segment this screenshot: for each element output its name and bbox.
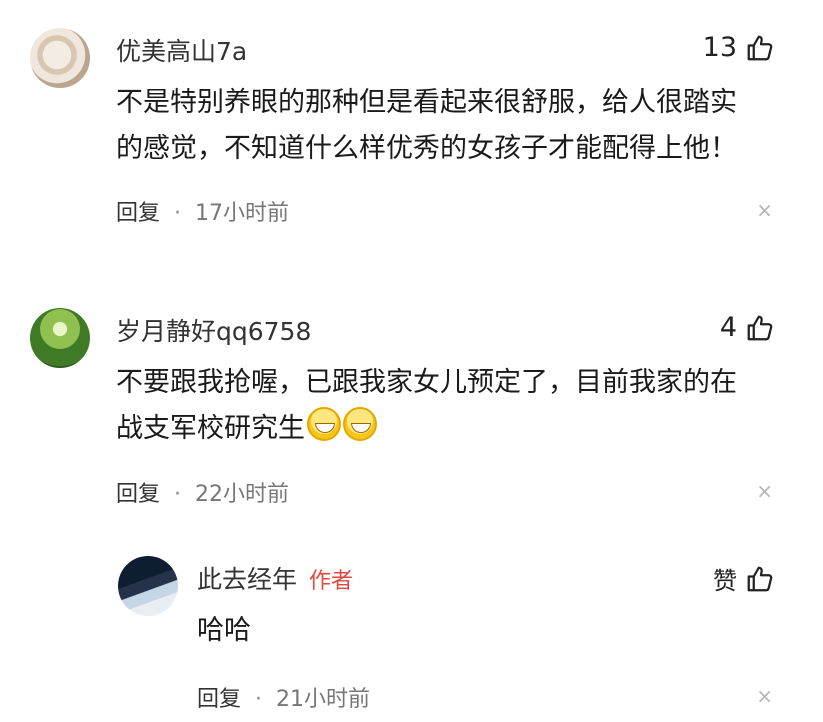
reply-meta: 回复 · 21小时前 <box>197 681 370 713</box>
thumb-up-icon <box>747 566 773 591</box>
comment-text-fragment: 战支军校研究生 <box>116 413 305 444</box>
grin-emoji-icon <box>307 407 341 441</box>
avatar[interactable] <box>118 556 178 616</box>
reply-username: 此去经年 <box>197 565 298 594</box>
like-count: 13 <box>702 32 737 63</box>
like-button[interactable]: 赞 <box>713 561 775 596</box>
comment-meta: 回复 · 22小时前 <box>116 476 289 508</box>
grin-emoji-icon <box>343 407 377 441</box>
close-icon[interactable]: × <box>756 684 773 708</box>
comment-text-line: 不是特别养眼的那种但是看起来很舒服，给人很踏实 <box>116 87 737 118</box>
thumb-up-icon <box>747 315 773 340</box>
reply-button[interactable]: 回复 <box>116 482 160 507</box>
like-button[interactable]: 4 <box>720 312 775 343</box>
username[interactable]: 岁月静好qq6758 <box>116 312 311 348</box>
reply-text: 哈哈 <box>197 615 251 646</box>
comment-text-line: 的感觉，不知道什么样优秀的女孩子才能配得上他！ <box>116 133 737 164</box>
author-badge: 作者 <box>309 569 354 594</box>
separator-dot: · <box>174 482 182 507</box>
timestamp: 17小时前 <box>195 201 290 226</box>
comment-text: 不要跟我抢喔，已跟我家女儿预定了，目前我家的在 战支军校研究生 <box>116 360 796 452</box>
timestamp: 21小时前 <box>276 687 371 712</box>
like-label: 赞 <box>713 567 737 595</box>
timestamp: 22小时前 <box>195 482 290 507</box>
separator-dot: · <box>255 687 263 712</box>
username[interactable]: 此去经年 作者 <box>197 560 353 596</box>
comment-text: 不是特别养眼的那种但是看起来很舒服，给人很踏实 的感觉，不知道什么样优秀的女孩子… <box>116 80 796 172</box>
username[interactable]: 优美高山7a <box>116 32 247 68</box>
avatar[interactable] <box>30 308 90 368</box>
comment-text-line: 不要跟我抢喔，已跟我家女儿预定了，目前我家的在 <box>116 367 737 398</box>
like-count: 4 <box>719 312 737 343</box>
reply-button[interactable]: 回复 <box>197 687 241 712</box>
comment-text-line: 战支军校研究生 <box>116 406 796 452</box>
reply-button[interactable]: 回复 <box>116 201 160 226</box>
separator-dot: · <box>174 201 182 226</box>
comment-meta: 回复 · 17小时前 <box>116 195 289 227</box>
thumb-up-icon <box>747 35 773 60</box>
avatar[interactable] <box>30 28 90 88</box>
close-icon[interactable]: × <box>756 198 773 222</box>
close-icon[interactable]: × <box>756 479 773 503</box>
like-button[interactable]: 13 <box>703 32 775 63</box>
